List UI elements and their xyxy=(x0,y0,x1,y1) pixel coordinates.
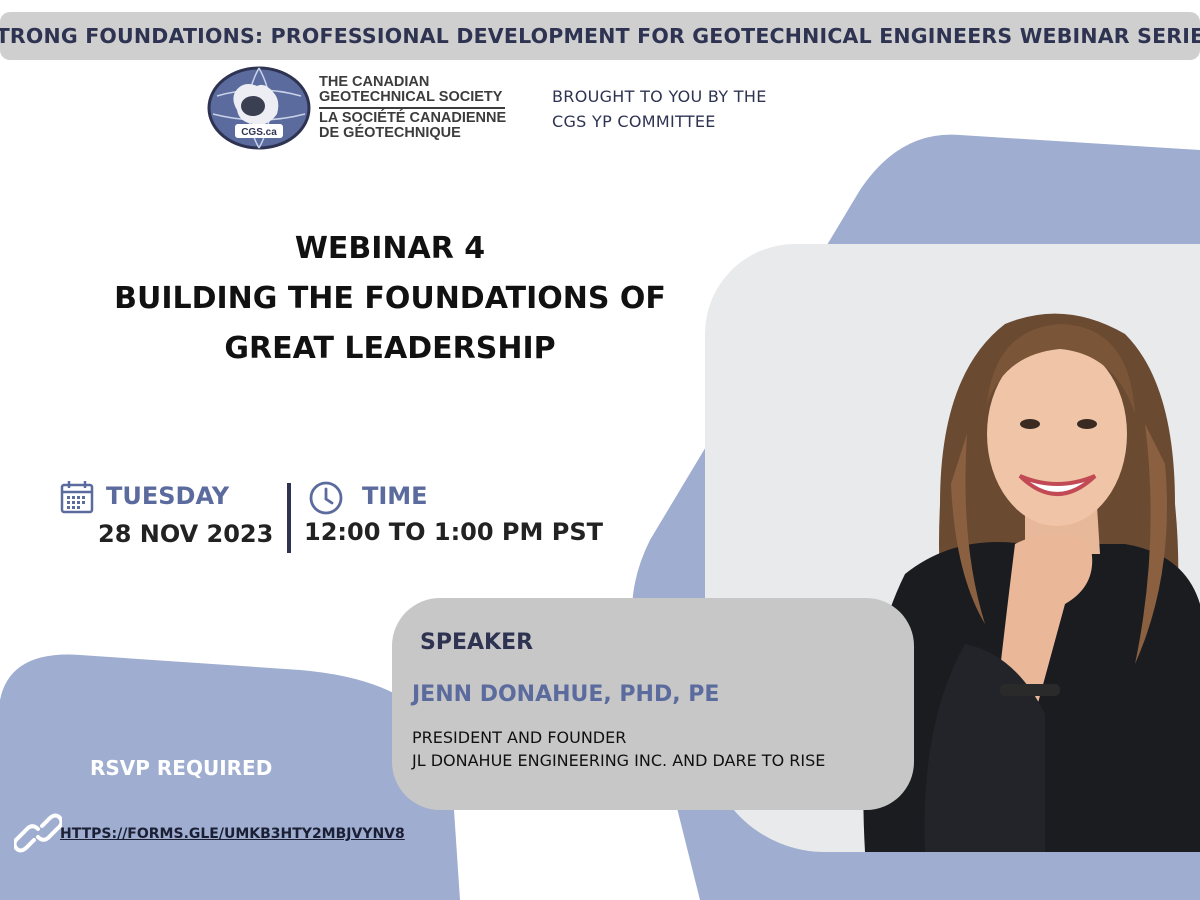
logo-line-4: DE GÉOTECHNIQUE xyxy=(319,125,461,141)
rsvp-link[interactable]: HTTPS://FORMS.GLE/UMKB3HTY2MBJVYNV8 xyxy=(60,826,405,842)
logo-line-3: LA SOCIÉTÉ CANADIENNE xyxy=(319,110,507,126)
webinar-number: WEBINAR 4 xyxy=(294,231,486,266)
logo-badge-text: CGS.ca xyxy=(241,127,277,138)
date-block: TUESDAY 28 NOV 2023 xyxy=(56,478,286,558)
webinar-title-line-1: BUILDING THE FOUNDATIONS OF xyxy=(114,281,666,316)
logo-wordmark: THE CANADIAN GEOTECHNICAL SOCIETY LA SOC… xyxy=(319,75,506,141)
speaker-section-label: SPEAKER xyxy=(420,630,534,655)
clock-icon xyxy=(309,481,343,515)
speaker-card: SPEAKER JENN DONAHUE, PHD, PE PRESIDENT … xyxy=(392,598,914,810)
link-icon xyxy=(14,813,62,853)
sponsor-line-1: BROUGHT TO YOU BY THE xyxy=(552,87,767,106)
speaker-role: PRESIDENT AND FOUNDER JL DONAHUE ENGINEE… xyxy=(412,726,825,772)
time-value: 12:00 TO 1:00 PM PST xyxy=(304,518,604,546)
calendar-icon xyxy=(60,481,94,514)
sponsor-line-2: CGS YP COMMITTEE xyxy=(552,112,716,131)
speaker-role-line-2: JL DONAHUE ENGINEERING INC. AND DARE TO … xyxy=(412,751,826,770)
webinar-title-line-2: GREAT LEADERSHIP xyxy=(224,331,556,366)
schedule-divider xyxy=(287,483,291,553)
logo-divider xyxy=(319,107,505,109)
speaker-role-line-1: PRESIDENT AND FOUNDER xyxy=(412,728,627,747)
rsvp-label: RSVP REQUIRED xyxy=(90,756,273,780)
series-title: STRONG FOUNDATIONS: PROFESSIONAL DEVELOP… xyxy=(0,24,1200,48)
globe-beaver-logo-icon: CGS.ca xyxy=(207,66,311,150)
cgs-logo: CGS.ca THE CANADIAN GEOTECHNICAL SOCIETY… xyxy=(207,66,507,150)
event-date: 28 NOV 2023 xyxy=(98,520,274,548)
logo-line-2: GEOTECHNICAL SOCIETY xyxy=(319,89,503,105)
event-day: TUESDAY xyxy=(106,482,230,510)
logo-line-1: THE CANADIAN xyxy=(319,74,430,90)
speaker-name: JENN DONAHUE, PHD, PE xyxy=(412,682,720,707)
series-banner: STRONG FOUNDATIONS: PROFESSIONAL DEVELOP… xyxy=(0,12,1200,60)
time-block: TIME 12:00 TO 1:00 PM PST xyxy=(304,478,606,558)
time-label: TIME xyxy=(362,482,428,510)
webinar-title: WEBINAR 4 BUILDING THE FOUNDATIONS OF GR… xyxy=(60,224,720,374)
sponsor-text: BROUGHT TO YOU BY THE CGS YP COMMITTEE xyxy=(552,84,812,134)
